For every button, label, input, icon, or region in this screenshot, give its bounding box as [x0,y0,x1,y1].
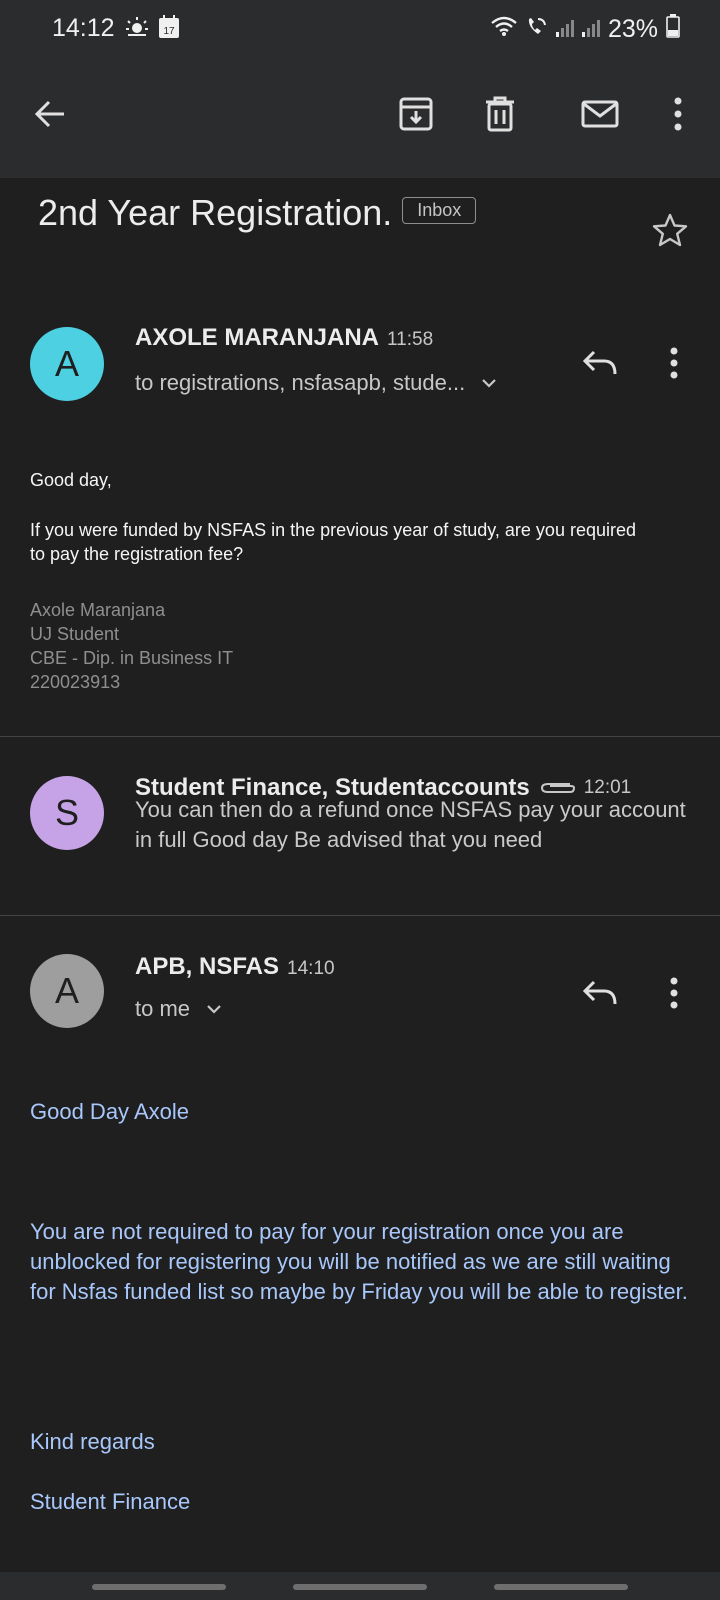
recipients-label: to registrations, nsfasapb, stude... [135,370,466,395]
archive-button[interactable] [392,90,440,138]
message-greeting: Good Day Axole [30,1099,189,1124]
calendar-icon: 17 [158,15,180,44]
status-bar: 14:12 17 23% [0,0,720,62]
home-nav-button[interactable] [293,1584,427,1590]
message-body: You are not required to pay for your reg… [30,1219,688,1304]
divider [0,915,720,916]
signature: Axole Maranjana UJ Student CBE - Dip. in… [30,598,233,694]
arrow-back-icon [34,100,64,128]
sender-label: AXOLE MARANJANA [135,324,380,351]
status-right: 23% [490,14,680,45]
message-more-button[interactable] [666,346,682,380]
signal-2-icon [581,15,600,44]
inbox-label[interactable]: Inbox [402,196,477,224]
recents-nav-button[interactable] [92,1584,226,1590]
chevron-down-icon [207,1005,221,1014]
signature-line: 220023913 [30,672,121,692]
avatar[interactable]: A [30,327,104,401]
sender-name[interactable]: AXOLE MARANJANA 11:58 [135,324,433,352]
more-vert-icon [670,977,678,1009]
subject-title: 2nd Year Registration. [38,192,393,233]
signature-line: CBE - Dip. in Business IT [30,648,234,668]
message-closing: Kind regards [30,1429,155,1454]
message-more-button[interactable] [666,976,682,1010]
signature-line: Axole Maranjana [30,600,166,620]
avatar[interactable]: A [30,954,104,1028]
chevron-down-icon [482,379,496,388]
sender-label: APB, NSFAS [135,953,280,980]
reply-icon [582,350,617,375]
recipients-expander[interactable]: to me [135,996,222,1022]
wifi-icon [490,15,518,44]
more-options-button[interactable] [654,90,702,138]
wifi-call-icon [526,15,548,44]
battery-icon [666,14,680,45]
message-signoff: Student Finance [30,1489,191,1514]
message-greeting: Good day, [30,470,112,490]
message-time: 14:10 [287,958,335,979]
more-vert-icon [674,97,682,131]
star-button[interactable] [652,213,688,252]
mail-icon [581,100,619,128]
delete-icon [486,96,514,132]
archive-icon [399,97,433,131]
weather-icon [124,15,150,44]
status-time: 14:12 [52,14,115,42]
star-icon [652,213,688,247]
signature-line: UJ Student [30,624,120,644]
attachment-icon [540,783,575,793]
subject-line: 2nd Year Registration. Inbox [38,192,477,234]
delete-button[interactable] [476,90,524,138]
divider [0,736,720,737]
message-time: 11:58 [387,329,434,350]
recipients-expander[interactable]: to registrations, nsfasapb, stude... [135,370,497,396]
back-nav-button[interactable] [494,1584,628,1590]
calendar-day: 17 [163,26,175,37]
signal-1-icon [555,15,574,44]
message-body: If you were funded by NSFAS in the previ… [30,520,636,564]
message-preview: You can then do a refund once NSFAS pay … [135,797,686,852]
recipients-label: to me [135,996,191,1021]
battery-percent: 23% [607,15,658,43]
sender-name[interactable]: APB, NSFAS 14:10 [135,953,335,981]
toolbar [0,62,720,178]
mark-unread-button[interactable] [576,90,624,138]
back-button[interactable] [26,90,74,138]
reply-icon [582,980,617,1005]
more-vert-icon [670,347,678,379]
reply-button[interactable] [580,976,620,1010]
reply-button[interactable] [580,346,620,380]
avatar: S [30,776,104,850]
